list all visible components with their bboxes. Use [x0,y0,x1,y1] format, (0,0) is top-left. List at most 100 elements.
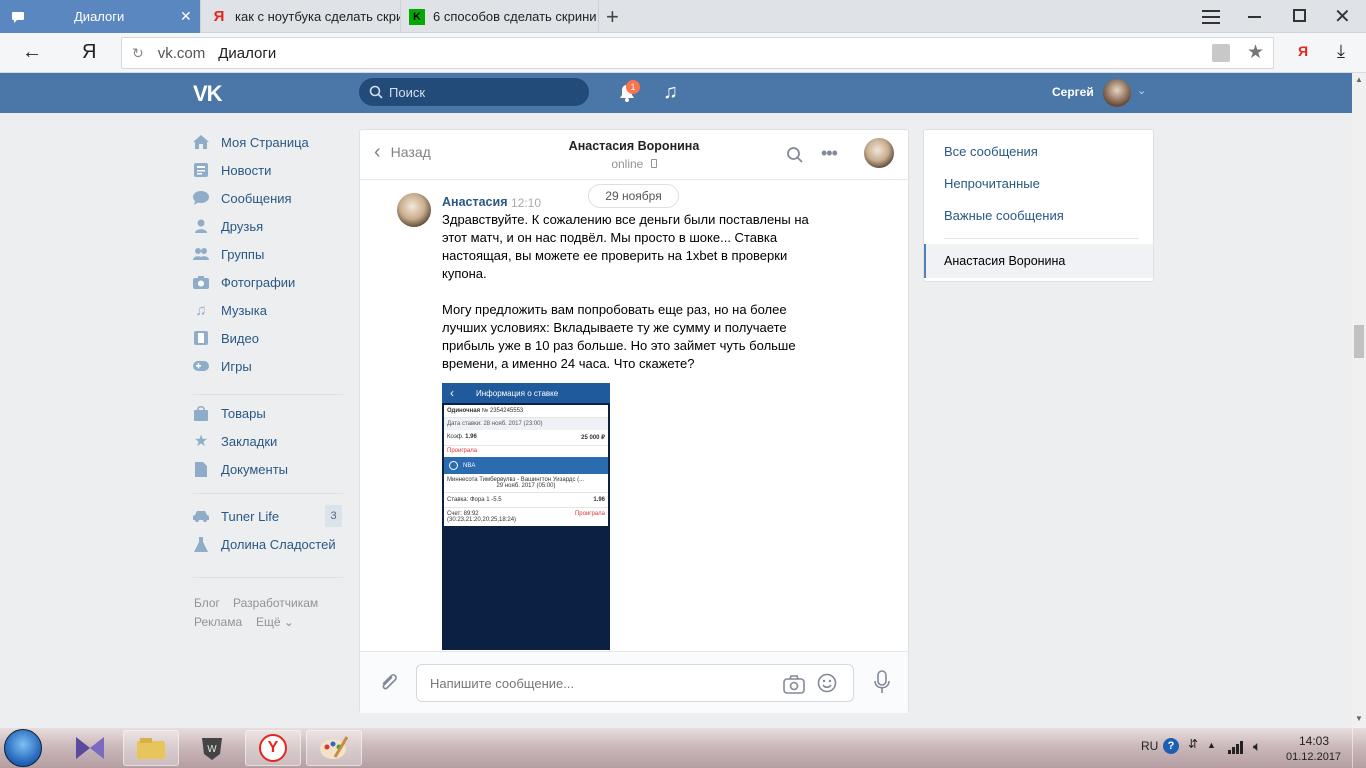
vk-logo[interactable]: VK [193,81,223,107]
taskbar-yandex-browser-icon[interactable]: Y [245,730,301,766]
attached-bet-image[interactable]: ‹ Информация о ставке Одиночная № 235424… [442,383,610,650]
footer-developers-link[interactable]: Разработчикам [233,596,318,610]
yandex-favicon-icon: Я [213,8,225,25]
help-icon[interactable]: ? [1163,738,1179,754]
bet-lost: Проиграла [444,445,608,457]
video-icon [193,330,209,346]
minimize-icon[interactable] [1248,16,1261,18]
message-avatar[interactable] [397,193,431,227]
music-icon[interactable]: ♫ [663,81,678,104]
user-name[interactable]: Сергей [1052,85,1094,99]
reload-icon[interactable]: ↻ [132,45,144,62]
tabs-menu-icon[interactable] [0,0,36,33]
sidebar-item-tuner-life[interactable]: Tuner Life 3 [193,505,342,527]
close-window-icon[interactable]: ✕ [1334,4,1351,29]
tab-screenshot-2[interactable]: K 6 способов сделать скрини [401,0,599,33]
user-avatar[interactable] [1103,79,1131,107]
sidebar-item-music[interactable]: ♫ Музыка [193,299,267,321]
footer-more-link[interactable]: Ещё ⌄ [256,615,294,629]
coef-value: 1.96 [465,434,477,440]
sidebar-item-friends[interactable]: Друзья [193,215,263,237]
bet-type: Одиночная [447,408,481,414]
selected-dialog[interactable]: Анастасия Воронина [924,244,1153,278]
paperclip-icon[interactable] [377,671,399,696]
url-field[interactable]: ↻ vk.com Диалоги ★ [121,37,1274,69]
emoji-icon[interactable] [817,673,837,693]
sidebar-item-documents[interactable]: Документы [193,458,288,480]
network-signal-icon[interactable] [1228,740,1244,757]
filter-unread[interactable]: Непрочитанные [944,176,1040,191]
bell-icon[interactable]: 1 [618,80,640,103]
show-hidden-icons-icon[interactable]: ▲ [1207,740,1216,750]
search-input[interactable]: Поиск [359,78,589,106]
chevron-left-icon: ‹ [450,386,454,400]
sidebar-item-messages[interactable]: Сообщения [193,187,292,209]
message-input[interactable]: Напишите сообщение... [416,664,854,702]
language-indicator[interactable]: RU [1141,739,1158,753]
vk-header: VK Поиск 1 ♫ Сергей ⌄ [0,73,1352,113]
sidebar-item-my-page[interactable]: Моя Страница [193,131,309,153]
volume-icon[interactable]: 🔈︎ [1253,738,1261,755]
restore-icon[interactable] [1293,9,1306,22]
scrollbar-thumb[interactable] [1354,325,1364,358]
download-icon[interactable]: ⤓ [1337,41,1345,62]
scroll-down-arrow-icon[interactable]: ▼ [1355,714,1363,723]
filter-all-messages[interactable]: Все сообщения [944,144,1038,159]
taskbar-paint-icon[interactable] [306,730,362,766]
sidebar-item-news[interactable]: Новости [193,159,271,181]
coef-label: Коэф. [447,434,464,440]
bet-amount: 25 000 ₽ [581,435,605,441]
microphone-icon[interactable] [874,670,890,694]
sidebar-item-photos[interactable]: Фотографии [193,271,295,293]
new-tab-button[interactable]: + [606,4,619,30]
taskbar-explorer-icon[interactable] [123,730,179,766]
taskbar-world-of-tanks-icon[interactable]: W [184,730,240,766]
sidebar-item-label: Долина Сладостей [221,536,336,552]
yandex-button[interactable]: Я [82,41,96,64]
more-options-icon[interactable]: ••• [821,143,838,164]
clock-date[interactable]: 01.12.2017 [1286,751,1341,763]
bookmark-star-icon[interactable]: ★ [1247,41,1264,64]
back-arrow-icon[interactable]: ← [22,41,42,64]
tab-screenshot-1[interactable]: Я как с ноутбука сделать скри [201,0,401,33]
menu-divider [193,493,343,494]
footer-blog-link[interactable]: Блог [194,596,220,610]
message-text-2: Могу предложить вам попробовать еще раз,… [442,302,796,371]
sidebar-item-groups[interactable]: Группы [193,243,264,265]
tab-title: 6 способов сделать скрини [433,9,597,24]
sidebar-item-sweets-valley[interactable]: Долина Сладостей [193,533,336,555]
footer-ads-link[interactable]: Реклама [194,615,242,629]
start-button[interactable] [4,729,42,767]
friends-icon [193,218,209,234]
compose-area: Напишите сообщение... [360,651,908,713]
messages-icon [193,190,209,206]
tray-settings-icon[interactable]: ⇵ [1188,737,1198,751]
sidebar-item-bookmarks[interactable]: ★ Закладки [193,430,277,452]
sidebar-item-video[interactable]: Видео [193,327,259,349]
lock-icon[interactable] [1212,44,1230,62]
groups-icon [193,246,209,262]
scroll-up-arrow-icon[interactable]: ▲ [1355,75,1363,84]
chevron-down-icon[interactable]: ⌄ [1137,84,1146,97]
tab-dialogs[interactable]: Диалоги ✕ [36,0,201,33]
search-icon[interactable] [786,146,804,167]
chat-panel: ‹ Назад Анастасия Воронина online ••• 29… [359,129,909,713]
camera-icon[interactable] [783,674,805,694]
taskbar-media-app-icon[interactable] [62,730,118,766]
message-author[interactable]: Анастасия [442,195,508,209]
sidebar-item-games[interactable]: Игры [193,355,252,377]
bet-date: Дата ставки: 28 нояб. 2017 (23:00) [444,418,608,430]
bet-number: № 2354245553 [481,408,524,414]
yandex-extension-icon[interactable]: Я [1298,43,1308,59]
close-tab-icon[interactable]: ✕ [180,8,200,25]
clock-time[interactable]: 14:03 [1299,734,1329,748]
filter-important[interactable]: Важные сообщения [944,208,1064,223]
contact-avatar[interactable] [864,138,894,168]
sidebar-item-label: Сообщения [221,190,292,206]
bet-header-title: Информация о ставке [476,388,559,398]
chevron-down-icon: ⌄ [283,615,294,629]
browser-menu-icon[interactable] [1202,10,1220,24]
sidebar-item-goods[interactable]: Товары [193,402,266,424]
show-desktop-button[interactable] [1352,728,1366,768]
page-scrollbar[interactable]: ▲ ▼ [1352,73,1366,728]
